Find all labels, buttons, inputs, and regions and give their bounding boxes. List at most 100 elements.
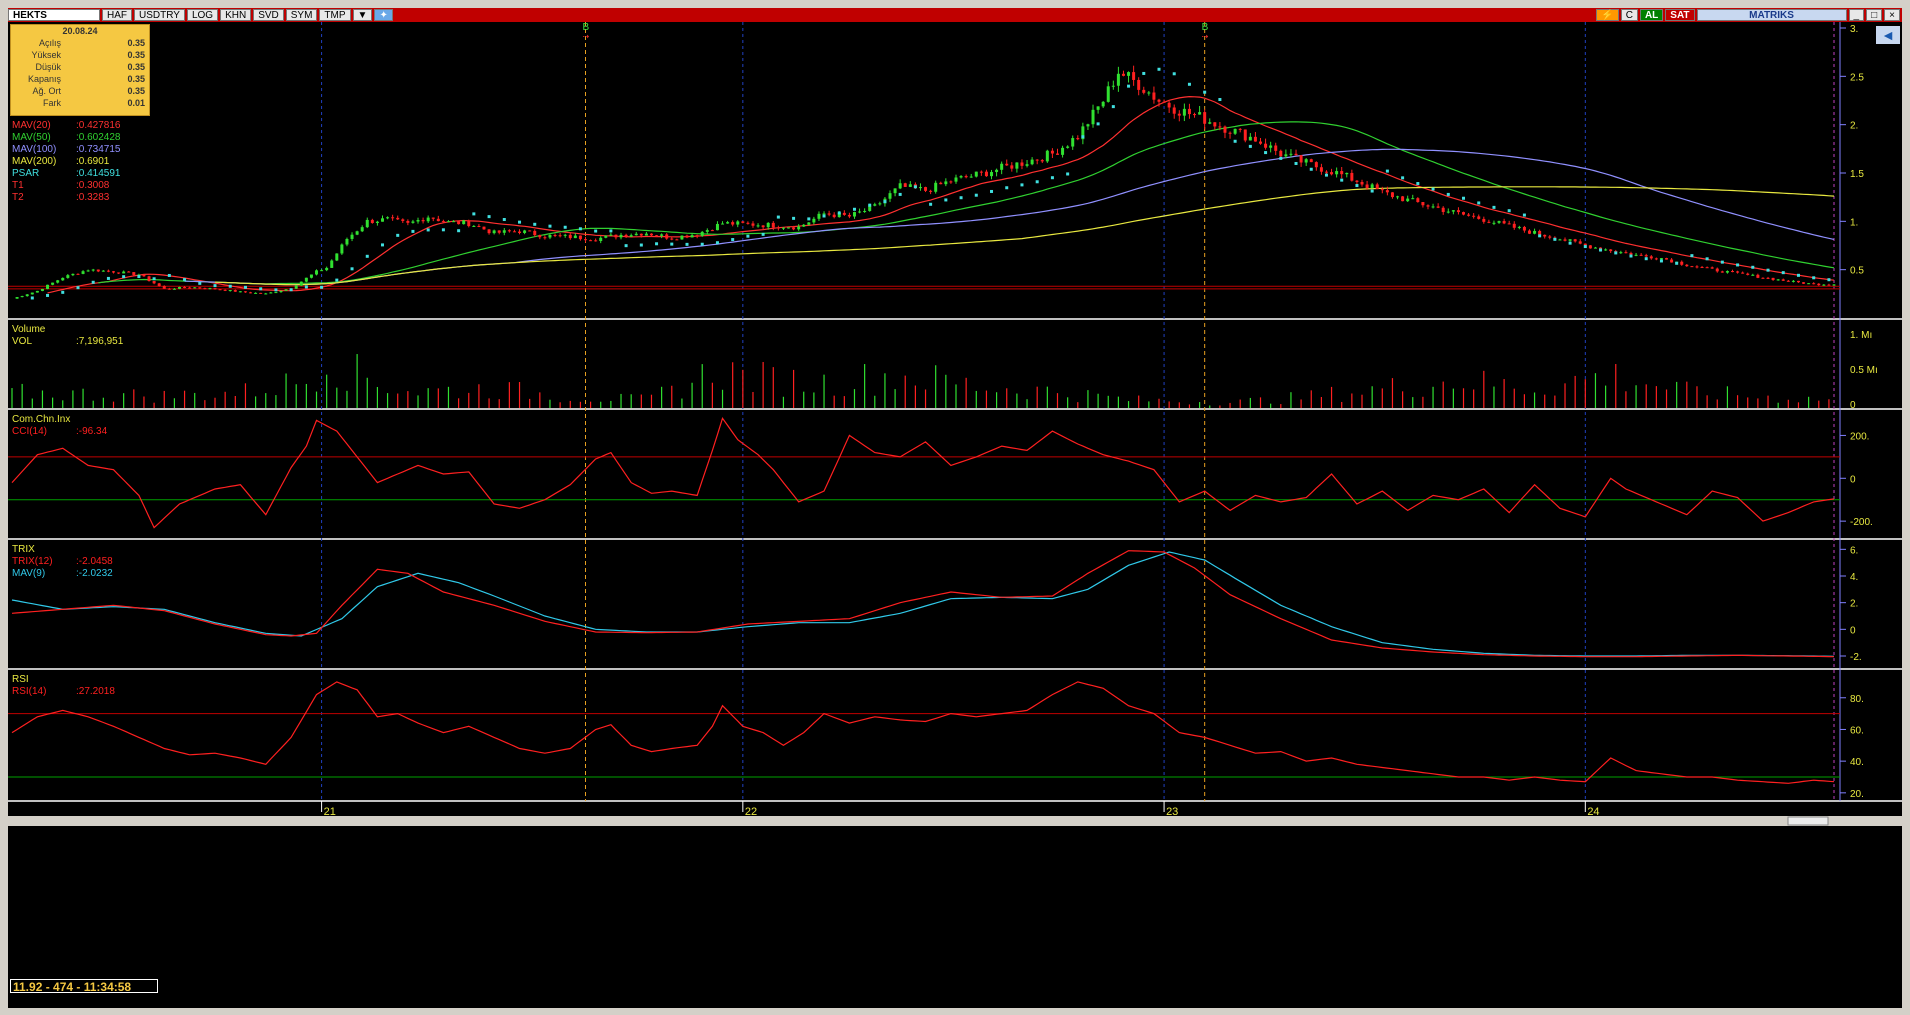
candle-body	[528, 230, 532, 232]
rsi-line	[11, 681, 1835, 784]
candle-body	[1106, 86, 1110, 102]
psar-dot	[380, 243, 384, 247]
y-tick-label: 1.	[1850, 217, 1858, 228]
collapse-arrow-icon[interactable]: ◄	[1876, 26, 1900, 44]
y-tick-label: 200.	[1850, 431, 1869, 442]
candle-body	[512, 231, 516, 233]
psar-dot	[990, 189, 994, 193]
psar-dot	[30, 296, 34, 300]
psar-dot	[639, 243, 643, 247]
dropdown-arrow-icon[interactable]: ▼	[352, 9, 373, 21]
candle-body	[1147, 92, 1151, 94]
candle-body	[746, 222, 750, 224]
candle-body	[858, 211, 862, 213]
candle-body	[340, 244, 344, 254]
toolbar-button-khn[interactable]: KHN	[220, 9, 252, 21]
toolbar-button-haf[interactable]: HAF	[102, 9, 132, 21]
candle-body	[401, 219, 405, 221]
chart-area[interactable]: 21 22 23 24 B ⇢ B ⇢ 3. 2.5 2. 1.5 1. 0.5 MAV(20):0.427…	[8, 22, 1902, 1008]
refresh-icon[interactable]: C	[1620, 9, 1638, 21]
candle-body	[1000, 163, 1004, 170]
psar-dot	[700, 242, 704, 246]
candle-body	[147, 276, 151, 282]
candle-body	[802, 224, 806, 227]
psar-dot	[243, 285, 247, 289]
price-legend-name: MAV(200)	[12, 156, 56, 167]
psar-dot	[411, 229, 415, 233]
candle-body	[1309, 159, 1313, 163]
candle-body	[249, 292, 253, 294]
volume-legend-name: VOL	[12, 336, 32, 347]
psar-dot	[974, 193, 978, 197]
psar-dot	[913, 185, 917, 189]
candle-body	[649, 233, 653, 236]
candle-body	[446, 221, 450, 223]
candle-body	[1127, 72, 1131, 76]
candle-body	[1111, 85, 1115, 87]
candle-body	[1421, 202, 1425, 206]
candle-body	[1406, 198, 1410, 202]
candle-body	[396, 217, 400, 220]
candle-body	[1446, 211, 1450, 213]
candle-body	[238, 291, 242, 293]
psar-dot	[1644, 257, 1648, 261]
scroll-left-icon[interactable]: ◄	[1868, 992, 1878, 1003]
candle-body	[563, 234, 567, 236]
candle-body	[852, 212, 856, 217]
y-tick-label: 4.	[1850, 572, 1858, 583]
toolbar-button-usdtry[interactable]: USDTRY	[134, 9, 185, 21]
candle-body	[1832, 284, 1836, 286]
candle-body	[644, 233, 648, 236]
buy-button[interactable]: AL	[1639, 9, 1664, 21]
candle-body	[66, 275, 70, 278]
close-icon[interactable]: ×	[1884, 9, 1900, 21]
psar-dot	[137, 275, 141, 279]
y-tick-label: 0	[1850, 625, 1856, 636]
candle-body	[1238, 128, 1242, 130]
psar-dot	[1568, 241, 1572, 245]
candle-body	[1548, 236, 1552, 238]
candle-body	[1319, 167, 1323, 172]
candle-body	[30, 292, 34, 295]
psar-dot	[1477, 201, 1481, 205]
candle-body	[1522, 226, 1526, 231]
restore-icon[interactable]: □	[1866, 9, 1883, 21]
twitter-icon[interactable]: ✦	[374, 9, 393, 21]
candle-body	[1431, 206, 1435, 208]
ma200-line	[214, 186, 1835, 286]
toolbar-button-tmp[interactable]: TMP	[319, 9, 351, 21]
candle-body	[1182, 108, 1186, 116]
candle-body	[1796, 280, 1800, 283]
psar-dot	[396, 233, 400, 237]
candle-body	[624, 234, 628, 237]
scroll-right-icon[interactable]: ►	[1884, 992, 1894, 1003]
candle-body	[1045, 150, 1049, 162]
candle-body	[1725, 271, 1729, 273]
candle-body	[1086, 124, 1090, 127]
chart-svg[interactable]: 21 22 23 24B⇢B⇢3.2.52.1.51.0.5MAV(20):0.427…	[8, 22, 1902, 1008]
candle-body	[1791, 280, 1795, 282]
candle-body	[1685, 264, 1689, 267]
x-tick-label: 24	[1587, 806, 1599, 818]
toolbar-button-svd[interactable]: SVD	[253, 9, 284, 21]
sell-button[interactable]: SAT	[1665, 9, 1695, 21]
symbol-selector[interactable]: HEKTS	[8, 9, 100, 21]
candle-body	[1330, 172, 1334, 175]
candle-body	[1715, 268, 1719, 272]
psar-dot	[1812, 276, 1816, 280]
toolbar-button-log[interactable]: LOG	[186, 9, 219, 21]
minimize-icon[interactable]: _	[1848, 9, 1865, 21]
candle-body	[421, 220, 425, 222]
candle-body	[690, 235, 694, 238]
candle-body	[1066, 146, 1070, 148]
oscillator-legend-value: :27.2018	[76, 686, 115, 697]
candle-body	[1426, 205, 1430, 207]
candle-body	[599, 237, 603, 242]
toolbar-button-sym[interactable]: SYM	[285, 9, 318, 21]
x-tick-label: 22	[745, 806, 757, 818]
candle-body	[1360, 181, 1364, 185]
lightning-icon[interactable]: ⚡	[1596, 9, 1619, 21]
candle-body	[380, 218, 384, 222]
candle-body	[1172, 107, 1176, 114]
candle-body	[665, 234, 669, 239]
